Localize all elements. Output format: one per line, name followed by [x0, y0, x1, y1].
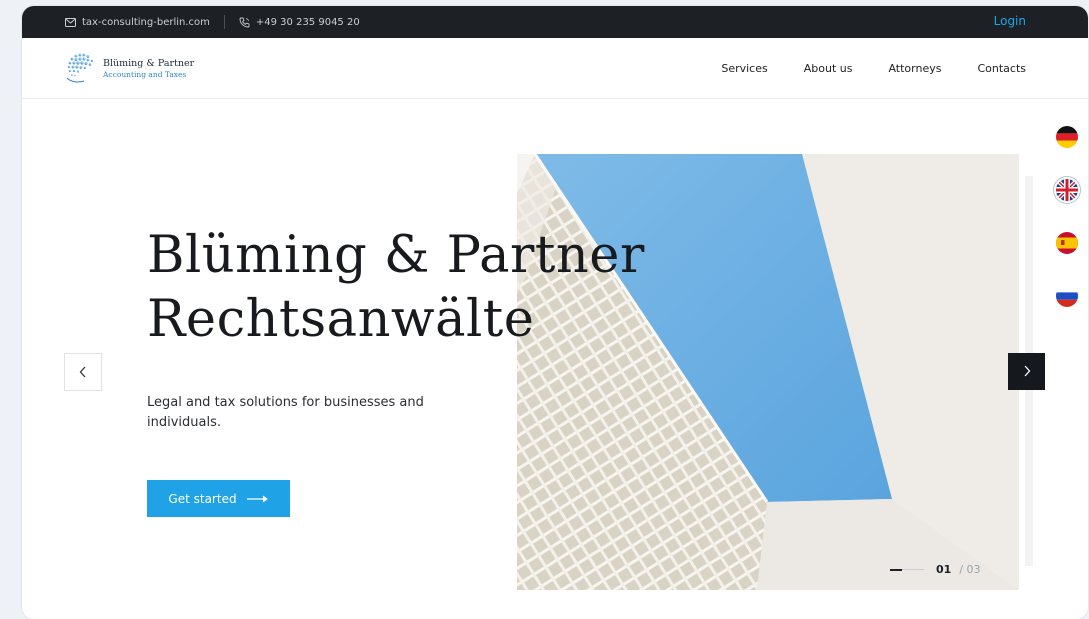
top-bar: tax-consulting-berlin.com +49 30 235 904… — [22, 6, 1088, 38]
chevron-right-icon — [1023, 362, 1031, 381]
nav-item-about-us[interactable]: About us — [804, 62, 853, 75]
slide-total: / 03 — [959, 563, 980, 576]
flag-germany-icon[interactable] — [1056, 126, 1078, 148]
slide-separator: / — [959, 563, 964, 576]
contact-phone[interactable]: +49 30 235 9045 20 — [239, 17, 360, 28]
globe-logo-icon — [62, 48, 100, 90]
logo-tagline: Accounting and Taxes — [103, 70, 187, 79]
logo-name: Blüming & Partner — [103, 58, 195, 69]
hero-title: Blüming & Partner Rechtsanwälte — [147, 224, 707, 352]
site-header: Blüming & Partner Accounting and Taxes S… — [22, 38, 1088, 99]
slide-pager: 01 / 03 — [890, 563, 981, 576]
chevron-left-icon — [79, 363, 87, 382]
pager-track — [902, 569, 924, 570]
nav-item-services[interactable]: Services — [721, 62, 767, 75]
slide-current: 01 — [936, 563, 952, 576]
login-link[interactable]: Login — [994, 14, 1026, 28]
page-frame: tax-consulting-berlin.com +49 30 235 904… — [22, 6, 1088, 619]
pager-active-bar[interactable] — [890, 568, 902, 571]
get-started-label: Get started — [168, 491, 237, 506]
flag-spain-icon[interactable] — [1056, 232, 1078, 254]
hero-image — [517, 154, 1019, 590]
hero-title-line-2: Rechtsanwälte — [147, 290, 535, 349]
slider-prev-button[interactable] — [64, 353, 102, 391]
mail-icon — [65, 17, 76, 27]
site-logo[interactable]: Blüming & Partner Accounting and Taxes — [62, 48, 194, 90]
arrow-right-icon — [246, 492, 269, 506]
contact-email[interactable]: tax-consulting-berlin.com — [65, 17, 210, 28]
main-nav: Services About us Attorneys Contacts — [721, 62, 1026, 75]
flag-russia-icon[interactable] — [1056, 285, 1078, 307]
contact-phone-text: +49 30 235 9045 20 — [255, 16, 360, 28]
logo-text: Blüming & Partner Accounting and Taxes — [103, 58, 194, 80]
building-photo-illustration — [517, 154, 1019, 590]
contact-email-text: tax-consulting-berlin.com — [82, 16, 210, 28]
nav-item-attorneys[interactable]: Attorneys — [888, 62, 941, 75]
hero-subtitle: Legal and tax solutions for businesses a… — [147, 395, 424, 430]
get-started-button[interactable]: Get started — [147, 480, 290, 517]
slider-next-button[interactable] — [1008, 353, 1045, 390]
flag-uk-icon[interactable] — [1056, 179, 1078, 201]
slide-total-number: 03 — [966, 563, 981, 576]
topbar-divider — [223, 15, 225, 29]
hero-title-line-1: Blüming & Partner — [147, 226, 645, 285]
nav-item-contacts[interactable]: Contacts — [977, 62, 1026, 75]
phone-icon — [239, 17, 250, 28]
